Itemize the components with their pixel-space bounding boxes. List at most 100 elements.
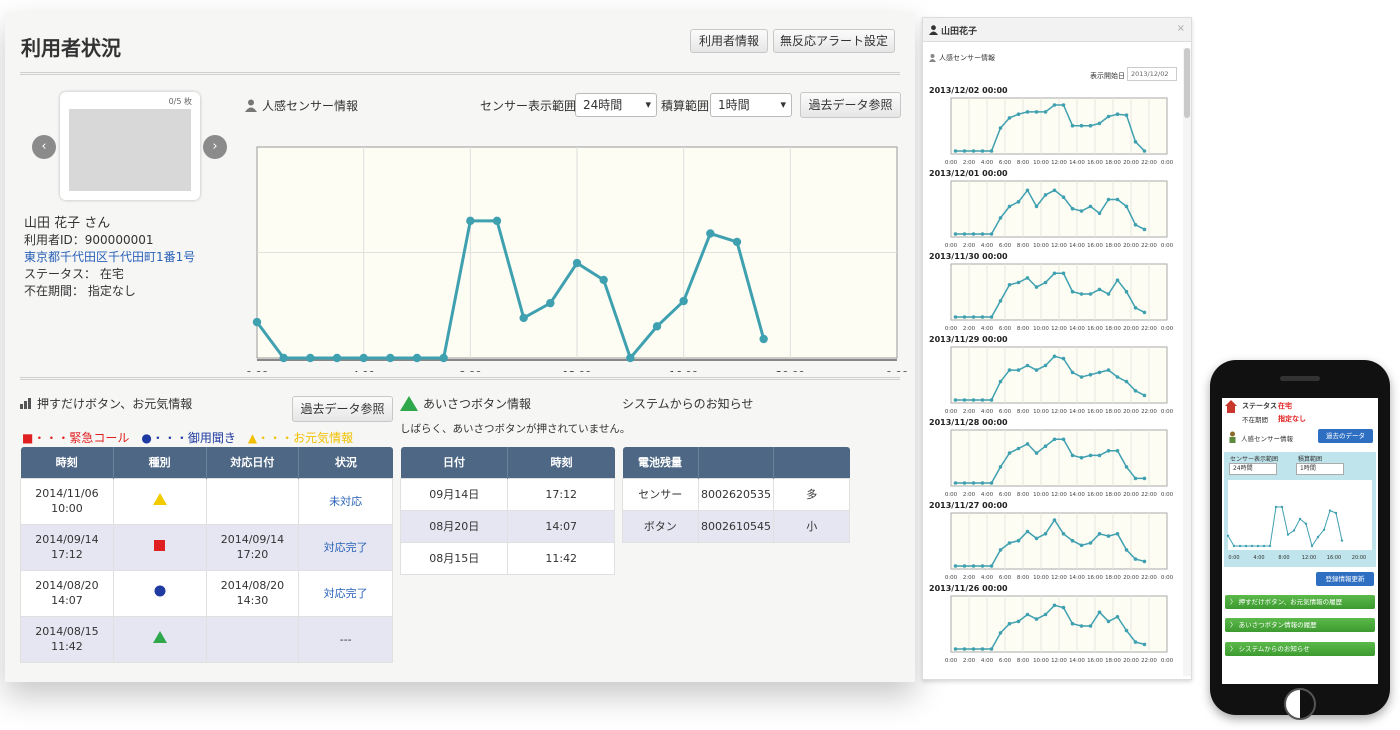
push-history-button[interactable]: 過去データ参照	[292, 396, 393, 422]
sensor-history-button[interactable]: 過去データ参照	[800, 92, 901, 118]
data-point	[989, 232, 994, 236]
data-point	[1043, 444, 1048, 448]
x-tick-label: 0:00	[945, 409, 958, 415]
x-tick-label: 14:00	[1069, 160, 1085, 166]
data-point	[1262, 544, 1266, 548]
x-tick-label: 16:00	[1327, 555, 1341, 561]
table-row: 2014/08/15 11:42 ---	[20, 615, 393, 663]
triangle-green-icon	[152, 631, 167, 643]
sensor-history-panel: 山田花子 × 人感センサー情報 表示開始日 2013/12/02 2013/12…	[922, 17, 1192, 680]
scrollbar[interactable]	[1183, 48, 1191, 676]
data-point	[998, 548, 1003, 552]
close-icon[interactable]: ×	[1177, 23, 1185, 34]
x-tick-label: 6:00	[999, 409, 1012, 415]
x-tick-label: 8:00	[1017, 492, 1030, 498]
data-point	[1061, 437, 1066, 442]
home-button[interactable]	[1284, 688, 1316, 720]
x-tick-label: 8:00	[459, 370, 481, 372]
col-date: 日付	[400, 447, 509, 478]
accum-select[interactable]: 1時間	[710, 93, 792, 117]
data-point	[252, 317, 262, 327]
data-point	[980, 481, 985, 485]
x-tick-label: 0:00	[945, 243, 958, 249]
x-tick-label: 22:00	[1141, 160, 1157, 166]
phone-link-greeting-history[interactable]: 〉 あいさつボタン情報の履歴	[1225, 618, 1375, 632]
row-time: 14:07	[507, 509, 615, 543]
scrollbar-thumb[interactable]	[1184, 48, 1190, 118]
data-point	[953, 315, 958, 319]
day-chart: 0:00 2:00 4:00 6:00 8:00 10:00 12:00 14:00 16:00…	[945, 180, 1174, 249]
x-tick-label: 4:00	[1253, 555, 1264, 561]
table-row: 2014/08/20 14:07 2014/08/20 14:30 対応完了	[20, 569, 393, 617]
x-tick-label: 6:00	[999, 658, 1012, 664]
data-point	[1061, 532, 1066, 536]
x-tick-label: 14:00	[1069, 243, 1085, 249]
phone-update-button[interactable]: 登録情報更新	[1316, 572, 1374, 586]
x-tick-label: 18:00	[1105, 160, 1121, 166]
greeting-notice: しばらく、あいさつボタンが押されていません。	[400, 423, 631, 435]
push-legend: ■・・・緊急コール ●・・・御用聞き ▲・・・お元気情報	[22, 429, 353, 446]
row-status-link[interactable]: 対応完了	[298, 523, 393, 571]
col-handled: 対応日付	[206, 447, 300, 478]
data-point	[1124, 113, 1129, 117]
range-select[interactable]: 24時間	[575, 93, 657, 117]
x-tick-label: 18:00	[1105, 409, 1121, 415]
day-label: 2013/11/30 00:00	[929, 252, 1008, 261]
data-point	[989, 398, 994, 402]
data-point	[1340, 539, 1344, 542]
data-point	[1088, 292, 1093, 296]
row-serial: 8002620535	[697, 477, 775, 511]
x-tick-label: 16:00	[1087, 409, 1103, 415]
alert-settings-button[interactable]: 無反応アラート設定	[773, 29, 895, 53]
x-tick-label: 20:00	[1123, 326, 1139, 332]
x-tick-label: 12:00	[1051, 575, 1067, 581]
data-point	[980, 398, 985, 402]
phone-accum-select[interactable]: 1時間	[1296, 463, 1344, 475]
user-address[interactable]: 東京都千代田区千代田町1番1号	[24, 249, 195, 266]
data-point	[1097, 453, 1102, 458]
row-time: 11:42	[507, 541, 615, 575]
day-chart: 0:00 2:00 4:00 6:00 8:00 10:00 12:00 14:00 16:00…	[945, 97, 1174, 166]
x-tick-label: 0:00	[246, 370, 268, 372]
data-point	[1124, 379, 1129, 384]
data-point	[1061, 195, 1066, 199]
row-status-link[interactable]: 未対応	[298, 477, 393, 525]
data-point	[1007, 116, 1012, 120]
x-tick-label: 18:00	[1105, 492, 1121, 498]
phone-history-button[interactable]: 過去のデータ	[1318, 429, 1373, 443]
data-point	[1007, 541, 1012, 545]
data-point	[1043, 193, 1048, 197]
x-tick-label: 6:00	[999, 575, 1012, 581]
phone-link-push-history[interactable]: 〉 押すだけボタン、お元気情報の履歴	[1225, 595, 1375, 609]
data-point	[1088, 624, 1093, 628]
day-chart: 0:00 2:00 4:00 6:00 8:00 10:00 12:00 14:00 16:00…	[945, 429, 1174, 498]
kind-cell	[112, 523, 207, 571]
x-tick-label: 4:00	[981, 326, 994, 332]
prev-photo-button[interactable]: ‹	[32, 135, 56, 159]
bar-chart-icon	[20, 398, 31, 409]
person-icon	[245, 99, 257, 112]
phone-range-select[interactable]: 24時間	[1229, 463, 1277, 475]
row-serial: 8002610545	[697, 509, 775, 543]
x-tick-label: 18:00	[1105, 575, 1121, 581]
data-point	[998, 126, 1003, 130]
user-info-button[interactable]: 利用者情報	[690, 29, 768, 53]
x-tick-label: 2:00	[963, 160, 976, 166]
data-point	[1133, 476, 1138, 481]
phone-absence-label: 不在期間	[1242, 416, 1268, 424]
x-tick-label: 22:00	[1141, 658, 1157, 664]
greeting-title: あいさつボタン情報	[423, 397, 532, 411]
data-point	[998, 299, 1003, 303]
start-date-input[interactable]: 2013/12/02	[1127, 67, 1177, 81]
next-photo-button[interactable]: ›	[203, 135, 227, 159]
row-time: 2014/11/06 10:00	[20, 477, 114, 525]
day-label: 2013/12/02 00:00	[929, 86, 1008, 95]
phone-link-system-notice[interactable]: 〉 システムからのお知らせ	[1225, 642, 1375, 656]
data-point	[989, 481, 994, 485]
x-tick-label: 12:00	[1051, 243, 1067, 249]
row-status-link[interactable]: 対応完了	[298, 569, 393, 617]
x-tick-label: 0:00	[945, 575, 958, 581]
x-tick-label: 8:00	[1017, 326, 1030, 332]
data-point	[1079, 375, 1084, 379]
x-tick-label: 2:00	[963, 243, 976, 249]
